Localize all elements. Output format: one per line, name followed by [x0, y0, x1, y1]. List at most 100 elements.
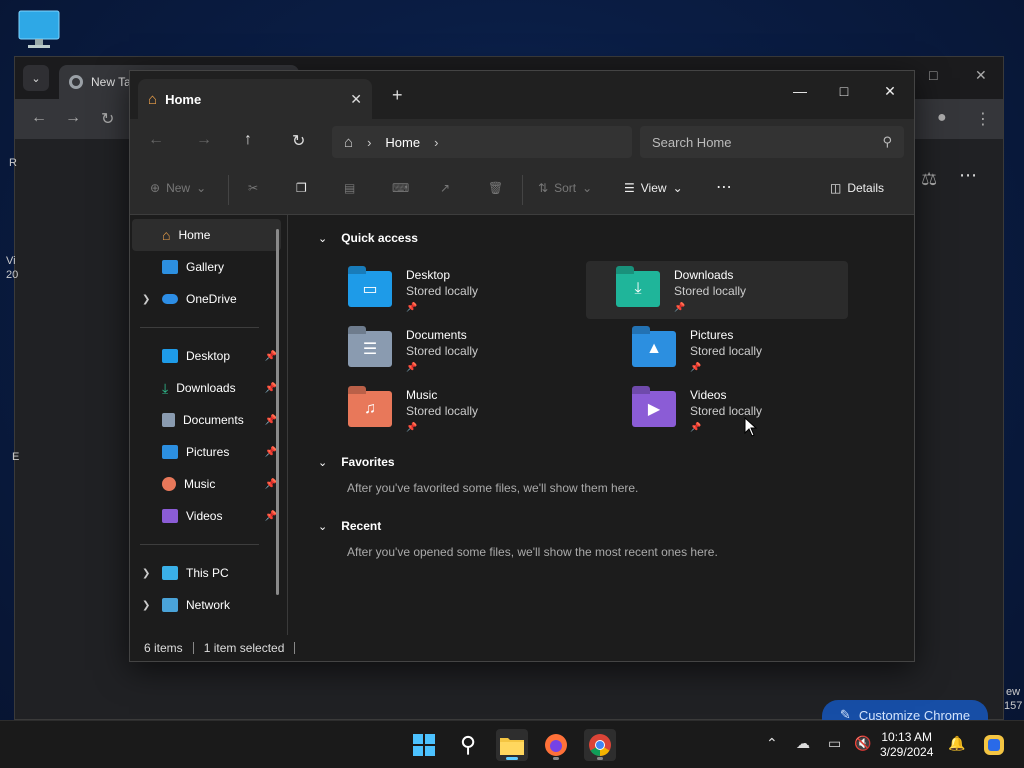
tab-search-button[interactable]: ⌄	[23, 65, 49, 91]
folder-name: Documents	[406, 328, 467, 342]
sidebar-item-onedrive[interactable]: ❯ OneDrive	[130, 283, 287, 315]
cut-icon[interactable]: ✂	[248, 181, 258, 195]
explorer-tab-home[interactable]: ⌂ Home ✕	[138, 79, 372, 119]
new-tab-icon[interactable]: +	[392, 85, 403, 106]
search-input[interactable]: Search Home ⚲	[640, 126, 904, 158]
back-icon[interactable]: ←	[148, 131, 164, 149]
folder-status: Stored locally	[690, 344, 763, 358]
pin-icon: 📌	[406, 302, 418, 312]
recent-header[interactable]: ⌄ Recent	[318, 519, 381, 533]
more-options-icon[interactable]: ⋯	[716, 177, 732, 197]
sidebar-item-home[interactable]: ⌂ Home	[132, 219, 281, 251]
clock[interactable]: 10:13 AM 3/29/2024	[880, 730, 933, 760]
sidebar-item-label: Gallery	[186, 260, 225, 274]
quick-access-desktop[interactable]: ▭ Desktop Stored locally 📌	[318, 261, 580, 319]
breadcrumb[interactable]: Home	[385, 135, 420, 150]
copy-icon[interactable]: ❐	[296, 181, 307, 195]
chrome-reload-icon[interactable]: ↻	[101, 109, 114, 129]
selection-count: 1 item selected	[203, 641, 285, 655]
sidebar-item-videos[interactable]: Videos 📌	[130, 500, 287, 532]
quick-access-downloads[interactable]: ⤓ Downloads Stored locally 📌	[586, 261, 848, 319]
chevron-right-icon[interactable]: ❯	[142, 568, 150, 579]
network-icon[interactable]: ▭	[828, 735, 841, 752]
sidebar-item-label: This PC	[186, 566, 229, 580]
minimize-icon[interactable]: —	[778, 77, 822, 105]
forward-icon[interactable]: →	[196, 131, 212, 149]
notification-bell-icon[interactable]: 🔔	[948, 735, 965, 752]
sidebar-item-gallery[interactable]: Gallery	[130, 251, 287, 283]
command-bar: ⊕ New ⌄ ✂ ❐ ▤ ⌨ ↗ 🗑 ⇅ Sort ⌄ ☰ View ⌄ ⋯ …	[130, 165, 914, 215]
chevron-down-icon: ⌄	[318, 456, 328, 469]
view-button[interactable]: ☰ View ⌄	[624, 181, 683, 195]
start-button[interactable]	[408, 729, 440, 761]
search-icon: ⚲	[882, 134, 892, 149]
sidebar-item-thispc[interactable]: ❯ This PC	[130, 557, 287, 589]
close-icon[interactable]: ✕	[868, 77, 912, 105]
chevron-up-icon[interactable]: ⌃	[766, 735, 778, 752]
firefox-icon[interactable]	[540, 729, 572, 761]
explorer-tab-label: Home	[165, 91, 202, 107]
sidebar-item-pictures[interactable]: Pictures 📌	[130, 436, 287, 468]
sidebar-item-label: Pictures	[186, 445, 230, 459]
delete-icon[interactable]: 🗑	[488, 181, 503, 195]
chevron-down-icon: ⌄	[318, 520, 328, 533]
sidebar-item-desktop[interactable]: Desktop 📌	[130, 340, 287, 372]
sidebar-item-network[interactable]: ❯ Network	[130, 589, 287, 621]
refresh-icon[interactable]: ↻	[292, 131, 305, 151]
view-label: View	[640, 181, 667, 195]
up-icon[interactable]: ↑	[244, 131, 252, 149]
close-tab-icon[interactable]: ✕	[350, 91, 362, 108]
quick-access-pictures[interactable]: ▲ Pictures Stored locally 📌	[602, 321, 864, 379]
details-pane-icon: ◫	[830, 181, 842, 195]
folder-name: Desktop	[406, 268, 451, 282]
sidebar-item-music[interactable]: Music 📌	[130, 468, 287, 500]
sidebar-scrollbar[interactable]	[276, 229, 279, 595]
network-icon	[162, 598, 178, 612]
apps-grid-icon[interactable]: ⋯	[959, 165, 977, 186]
section-title: Recent	[341, 519, 382, 533]
chrome-taskbar-icon[interactable]	[584, 729, 616, 761]
folder-status: Stored locally	[406, 344, 479, 358]
this-pc-desktop-icon[interactable]	[18, 10, 60, 50]
desktop-icon	[162, 349, 178, 363]
chrome-maximize-icon[interactable]: □	[929, 67, 937, 83]
sidebar-item-documents[interactable]: Documents 📌	[130, 404, 287, 436]
gallery-icon	[162, 260, 178, 274]
quick-access-music[interactable]: ♫ Music Stored locally 📌	[318, 381, 580, 439]
quick-access-header[interactable]: ⌄ Quick access	[318, 231, 418, 245]
chrome-close-icon[interactable]: ✕	[975, 67, 987, 84]
clock-time: 10:13 AM	[881, 730, 933, 744]
chevron-right-icon[interactable]: ›	[434, 135, 438, 150]
sort-button[interactable]: ⇅ Sort ⌄	[538, 181, 592, 195]
details-button[interactable]: ◫ Details	[830, 181, 884, 195]
labs-icon[interactable]: ⚖	[921, 169, 937, 190]
volume-icon[interactable]: 🔇	[854, 735, 871, 752]
new-button[interactable]: ⊕ New ⌄	[150, 181, 206, 195]
maximize-icon[interactable]: □	[822, 77, 866, 105]
copilot-icon[interactable]	[978, 729, 1010, 761]
share-icon[interactable]: ↗	[440, 181, 450, 195]
divider	[140, 327, 259, 328]
chrome-back-icon[interactable]: ←	[31, 109, 47, 127]
quick-access-videos[interactable]: ▶ Videos Stored locally 📌	[602, 381, 864, 439]
search-icon[interactable]: ⚲	[452, 729, 484, 761]
videos-icon	[162, 509, 178, 523]
sidebar-item-downloads[interactable]: ⤓ Downloads 📌	[130, 372, 287, 404]
section-title: Quick access	[341, 231, 418, 245]
address-bar[interactable]: ⌂ › Home ›	[332, 126, 632, 158]
active-indicator	[506, 757, 518, 760]
chrome-profile-icon[interactable]: ●	[937, 109, 947, 127]
file-explorer-taskbar-icon[interactable]	[496, 729, 528, 761]
chrome-forward-icon[interactable]: →	[65, 109, 81, 127]
quick-access-documents[interactable]: ☰ Documents Stored locally 📌	[318, 321, 580, 379]
chevron-right-icon[interactable]: ❯	[142, 294, 150, 305]
chrome-menu-icon[interactable]: ⋮	[975, 109, 991, 129]
onedrive-icon[interactable]: ☁	[796, 735, 810, 752]
documents-folder-icon: ☰	[348, 331, 392, 367]
paste-icon[interactable]: ▤	[344, 181, 355, 195]
rename-icon[interactable]: ⌨	[392, 181, 409, 195]
chevron-right-icon[interactable]: ❯	[142, 600, 150, 611]
favorites-header[interactable]: ⌄ Favorites	[318, 455, 395, 469]
folder-name: Music	[406, 388, 438, 402]
explorer-navbar: ← → ↑ ↻ ⌂ › Home › Search Home ⚲	[130, 119, 914, 165]
